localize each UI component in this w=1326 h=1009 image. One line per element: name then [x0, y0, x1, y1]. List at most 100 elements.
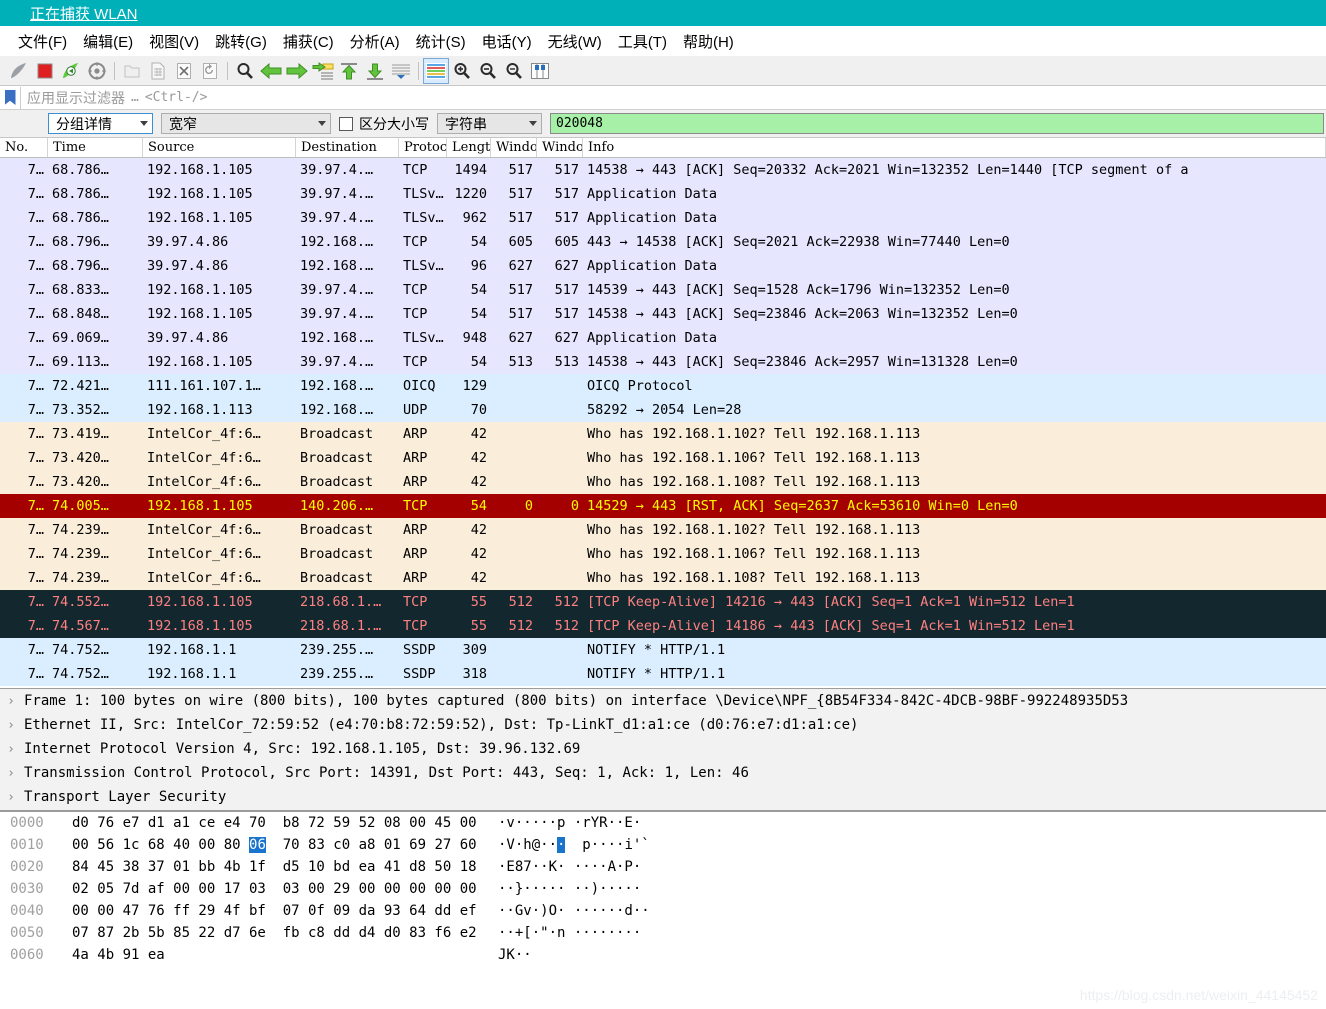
packet-detail-row[interactable]: › Internet Protocol Version 4, Src: 192.1… [0, 737, 1326, 761]
packet-list-row[interactable]: 7… 68.848… 192.168.1.105 39.97.4.… TCP 54 517 5… [0, 302, 1326, 326]
stop-capture-icon[interactable] [32, 58, 58, 84]
byte-ascii-values[interactable]: ·V·h@··· p····i'` [498, 837, 650, 853]
open-file-icon[interactable] [119, 58, 145, 84]
byte-hex-values[interactable]: d0 76 e7 d1 a1 ce e4 70 b8 72 59 52 08 0… [68, 815, 498, 831]
menu-go[interactable]: 跳转(G) [207, 29, 275, 54]
packet-detail-row[interactable]: › Transport Layer Security [0, 785, 1326, 809]
search-in-combo[interactable]: 分组详情 [48, 113, 153, 134]
close-file-icon[interactable] [171, 58, 197, 84]
packet-list-row[interactable]: 7… 74.552… 192.168.1.105 218.68.1.… TCP 55 512… [0, 590, 1326, 614]
go-to-last-packet-icon[interactable] [362, 58, 388, 84]
chevron-right-icon[interactable]: › [0, 766, 22, 781]
packet-list-row[interactable]: 7… 68.786… 192.168.1.105 39.97.4.… TCP 1494 51… [0, 158, 1326, 182]
packet-detail-row[interactable]: › Ethernet II, Src: IntelCor_72:59:52 (e4… [0, 713, 1326, 737]
byte-hex-values[interactable]: 00 00 47 76 ff 29 4f bf 07 0f 09 da 93 6… [68, 903, 498, 919]
byte-ascii-values[interactable]: ·v·····p ·rYR··E· [498, 815, 641, 831]
column-header-window-1[interactable]: Windo [491, 138, 537, 157]
start-capture-icon[interactable] [6, 58, 32, 84]
column-header-info[interactable]: Info [583, 138, 1326, 157]
packet-bytes-row[interactable]: 0040 00 00 47 76 ff 29 4f bf 07 0f 09 da … [0, 900, 1326, 922]
menu-capture[interactable]: 捕获(C) [275, 29, 342, 54]
packet-details-pane[interactable]: › Frame 1: 100 bytes on wire (800 bits), … [0, 688, 1326, 810]
column-header-no[interactable]: No. [0, 138, 48, 157]
checkbox-box[interactable] [339, 116, 353, 131]
packet-list-row[interactable]: 7… 68.786… 192.168.1.105 39.97.4.… TLSv… 962 5… [0, 206, 1326, 230]
resize-columns-icon[interactable] [527, 58, 553, 84]
packet-list-row[interactable]: 7… 74.752… 192.168.1.1 239.255.… SSDP 309 NOTI… [0, 638, 1326, 662]
packet-list-row[interactable]: 7… 68.796… 39.97.4.86 192.168.… TCP 54 605 605 4… [0, 230, 1326, 254]
column-header-length[interactable]: Lengt [447, 138, 491, 157]
packet-list-row[interactable]: 7… 68.786… 192.168.1.105 39.97.4.… TLSv… 1220… [0, 182, 1326, 206]
go-to-packet-icon[interactable] [310, 58, 336, 84]
packet-list-row[interactable]: 7… 74.239… IntelCor_4f:6… Broadcast ARP 42 Who… [0, 542, 1326, 566]
search-type-combo[interactable]: 字符串 [437, 113, 542, 134]
packet-bytes-pane[interactable]: 0000 d0 76 e7 d1 a1 ce e4 70 b8 72 59 52 … [0, 810, 1326, 969]
display-filter-input[interactable]: 应用显示过滤器 … <Ctrl-/> [20, 86, 1326, 109]
menu-tools[interactable]: 工具(T) [610, 29, 675, 54]
display-filter-bar[interactable]: 应用显示过滤器 … <Ctrl-/> [0, 86, 1326, 110]
column-header-destination[interactable]: Destination [296, 138, 399, 157]
packet-detail-row[interactable]: › Transmission Control Protocol, Src Port… [0, 761, 1326, 785]
find-value-input[interactable]: 020048 [550, 113, 1324, 134]
byte-ascii-values[interactable]: ·E87··K· ····A·P· [498, 859, 641, 875]
byte-ascii-values[interactable]: ··Gv·)O· ······d·· [498, 903, 650, 919]
capture-options-icon[interactable] [84, 58, 110, 84]
column-header-source[interactable]: Source [143, 138, 296, 157]
colorize-packets-icon[interactable] [423, 57, 449, 84]
selected-byte[interactable]: 06 [249, 837, 266, 853]
packet-bytes-row[interactable]: 0000 d0 76 e7 d1 a1 ce e4 70 b8 72 59 52 … [0, 812, 1326, 834]
menu-analyze[interactable]: 分析(A) [342, 29, 408, 54]
menu-edit[interactable]: 编辑(E) [75, 29, 141, 54]
byte-ascii-values[interactable]: ··}····· ··)····· [498, 881, 641, 897]
packet-bytes-row[interactable]: 0010 00 56 1c 68 40 00 80 06 70 83 c0 a8 … [0, 834, 1326, 856]
byte-ascii-values[interactable]: ··+[·"·n ········ [498, 925, 641, 941]
column-header-window-2[interactable]: Windo [537, 138, 583, 157]
menu-help[interactable]: 帮助(H) [675, 29, 742, 54]
chevron-right-icon[interactable]: › [0, 742, 22, 757]
packet-list-row[interactable]: 7… 69.069… 39.97.4.86 192.168.… TLSv… 948 627 6… [0, 326, 1326, 350]
packet-list-row[interactable]: 7… 73.420… IntelCor_4f:6… Broadcast ARP 42 Who… [0, 470, 1326, 494]
chevron-right-icon[interactable]: › [0, 718, 22, 733]
restart-capture-icon[interactable] [58, 58, 84, 84]
packet-detail-row[interactable]: › Frame 1: 100 bytes on wire (800 bits), … [0, 689, 1326, 713]
packet-list-row[interactable]: 7… 74.567… 192.168.1.105 218.68.1.… TCP 55 512… [0, 614, 1326, 638]
column-header-protocol[interactable]: Protoc [399, 138, 447, 157]
byte-hex-values[interactable]: 4a 4b 91 ea [68, 947, 498, 963]
go-forward-icon[interactable] [284, 58, 310, 84]
zoom-reset-icon[interactable] [501, 58, 527, 84]
packet-list-row[interactable]: 7… 74.752… 192.168.1.1 239.255.… SSDP 318 NOTI… [0, 662, 1326, 686]
packet-list-row[interactable]: 7… 74.239… IntelCor_4f:6… Broadcast ARP 42 Who… [0, 566, 1326, 590]
bookmark-icon[interactable] [0, 87, 20, 109]
case-sensitive-checkbox[interactable]: 区分大小写 [339, 114, 429, 134]
packet-list[interactable]: No. Time Source Destination Protoc Lengt… [0, 138, 1326, 688]
packet-bytes-row[interactable]: 0030 02 05 7d af 00 00 17 03 03 00 29 00 … [0, 878, 1326, 900]
chevron-right-icon[interactable]: › [0, 694, 22, 709]
byte-hex-values[interactable]: 00 56 1c 68 40 00 80 06 70 83 c0 a8 01 6… [68, 837, 498, 853]
byte-hex-values[interactable]: 84 45 38 37 01 bb 4b 1f d5 10 bd ea 41 d… [68, 859, 498, 875]
packet-list-row[interactable]: 7… 68.833… 192.168.1.105 39.97.4.… TCP 54 517 5… [0, 278, 1326, 302]
packet-list-body[interactable]: 7… 68.786… 192.168.1.105 39.97.4.… TCP 1494 51… [0, 158, 1326, 686]
packet-list-row[interactable]: 7… 69.113… 192.168.1.105 39.97.4.… TCP 54 513 5… [0, 350, 1326, 374]
byte-ascii-values[interactable]: JK·· [498, 947, 532, 963]
byte-hex-values[interactable]: 02 05 7d af 00 00 17 03 03 00 29 00 00 0… [68, 881, 498, 897]
char-width-combo[interactable]: 宽窄 [161, 113, 331, 134]
packet-list-row[interactable]: 7… 72.421… 111.161.107.1… 192.168.… OICQ 129 O… [0, 374, 1326, 398]
menu-statistics[interactable]: 统计(S) [408, 29, 474, 54]
packet-list-row[interactable]: 7… 73.419… IntelCor_4f:6… Broadcast ARP 42 Who… [0, 422, 1326, 446]
zoom-out-icon[interactable] [475, 58, 501, 84]
packet-list-row[interactable]: 7… 68.796… 39.97.4.86 192.168.… TLSv… 96 627 62… [0, 254, 1326, 278]
packet-list-row[interactable]: 7… 74.005… 192.168.1.105 140.206.… TCP 54 0 0 14… [0, 494, 1326, 518]
byte-hex-values[interactable]: 07 87 2b 5b 85 22 d7 6e fb c8 dd d4 d0 8… [68, 925, 498, 941]
packet-bytes-row[interactable]: 0060 4a 4b 91 ea JK·· [0, 944, 1326, 966]
menu-view[interactable]: 视图(V) [141, 29, 207, 54]
chevron-right-icon[interactable]: › [0, 790, 22, 805]
column-header-time[interactable]: Time [48, 138, 143, 157]
find-packet-icon[interactable] [232, 58, 258, 84]
reload-file-icon[interactable] [197, 58, 223, 84]
packet-list-row[interactable]: 7… 73.352… 192.168.1.113 192.168.… UDP 70 5829… [0, 398, 1326, 422]
packet-list-row[interactable]: 7… 74.239… IntelCor_4f:6… Broadcast ARP 42 Who… [0, 518, 1326, 542]
save-file-icon[interactable] [145, 58, 171, 84]
zoom-in-icon[interactable] [449, 58, 475, 84]
packet-bytes-row[interactable]: 0050 07 87 2b 5b 85 22 d7 6e fb c8 dd d4 … [0, 922, 1326, 944]
auto-scroll-icon[interactable] [388, 58, 414, 84]
